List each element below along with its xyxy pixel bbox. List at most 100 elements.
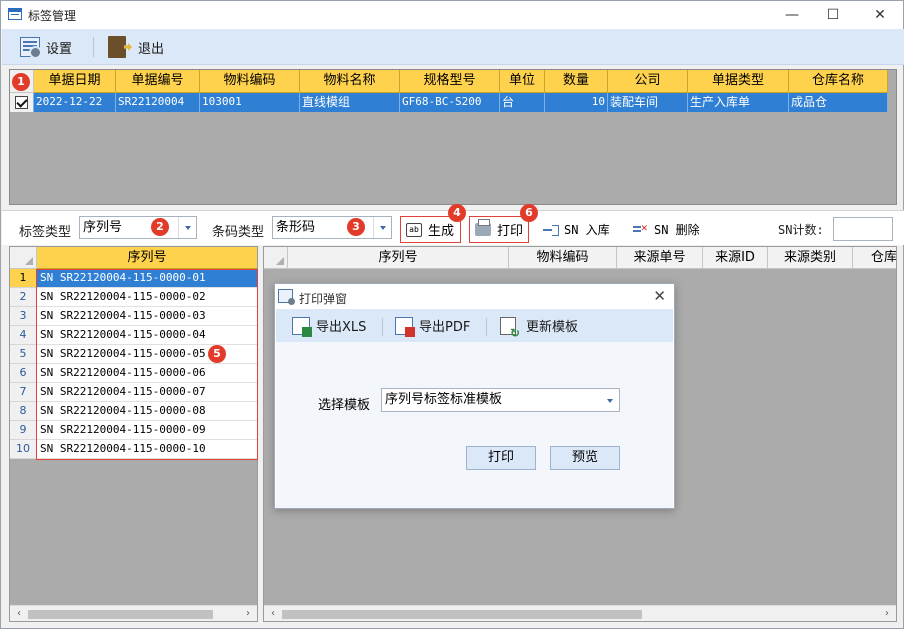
serial-row[interactable]: 4 SN SR22120004-115-0000-04	[10, 326, 257, 345]
update-template-button[interactable]: 更新模板	[500, 316, 579, 340]
scroll-thumb[interactable]	[282, 610, 642, 619]
dialog-preview-button[interactable]: 预览	[550, 446, 620, 470]
cell-unit[interactable]: 台	[500, 93, 545, 112]
col-header[interactable]: 来源类别	[768, 247, 853, 269]
row-checkbox[interactable]	[15, 96, 28, 109]
col-header[interactable]: 物料名称	[300, 70, 400, 93]
serial-col-header[interactable]: 序列号	[37, 247, 257, 269]
row-number[interactable]: 7	[10, 383, 37, 402]
serial-cell[interactable]: SN SR22120004-115-0000-06	[37, 364, 257, 383]
cell-warehouse[interactable]: 成品仓	[789, 93, 888, 112]
document-row[interactable]: 2022-12-22 SR22120004 103001 直线模组 GF68-B…	[10, 93, 888, 112]
scroll-left-icon[interactable]: ‹	[266, 607, 280, 621]
row-number[interactable]: 8	[10, 402, 37, 421]
sn-count-field[interactable]	[833, 217, 893, 241]
col-header[interactable]: 数量	[545, 70, 608, 93]
col-header[interactable]: 物料编码	[200, 70, 300, 93]
serial-row[interactable]: 2 SN SR22120004-115-0000-02	[10, 288, 257, 307]
toolbar-divider	[93, 37, 94, 57]
barcode-type-select[interactable]: 条形码	[272, 216, 392, 239]
col-header[interactable]: 来源ID	[703, 247, 768, 269]
cell-material-name[interactable]: 直线模组	[300, 93, 400, 112]
cell-doc-type[interactable]: 生产入库单	[688, 93, 789, 112]
cell-company[interactable]: 装配车间	[608, 93, 688, 112]
row-checkbox-cell[interactable]	[10, 93, 34, 112]
serial-row[interactable]: 9 SN SR22120004-115-0000-09	[10, 421, 257, 440]
sn-delete-icon	[633, 221, 649, 235]
sn-in-button[interactable]: SN 入库	[543, 221, 610, 238]
col-header[interactable]: 公司	[608, 70, 688, 93]
cell-spec[interactable]: GF68-BC-S200	[400, 93, 500, 112]
main-toolbar: 设置 退出	[2, 29, 904, 65]
serial-cell[interactable]: SN SR22120004-115-0000-10	[37, 440, 257, 459]
serial-row[interactable]: 6 SN SR22120004-115-0000-06	[10, 364, 257, 383]
row-number[interactable]: 10	[10, 440, 37, 459]
template-select[interactable]: 序列号标签标准模板	[381, 388, 620, 412]
col-header[interactable]: 单位	[500, 70, 545, 93]
serial-cell[interactable]: SN SR22120004-115-0000-02	[37, 288, 257, 307]
serial-row[interactable]: 1 SN SR22120004-115-0000-01	[10, 269, 257, 288]
maximize-button[interactable]: ☐	[818, 5, 848, 25]
serial-cell[interactable]: SN SR22120004-115-0000-01	[37, 269, 257, 288]
scroll-right-icon[interactable]: ›	[241, 607, 255, 621]
serial-row[interactable]: 3 SN SR22120004-115-0000-03	[10, 307, 257, 326]
cell-date[interactable]: 2022-12-22	[34, 93, 116, 112]
barcode-type-label: 条码类型	[212, 225, 265, 240]
chevron-down-icon[interactable]	[373, 217, 391, 238]
cell-qty[interactable]: 10	[545, 93, 608, 112]
detail-grid-hscrollbar[interactable]: ‹ ›	[264, 605, 896, 621]
row-number[interactable]: 1	[10, 269, 37, 288]
settings-button[interactable]: 设置	[20, 36, 72, 59]
col-header[interactable]: 单据类型	[688, 70, 789, 93]
chevron-down-icon[interactable]	[178, 217, 196, 238]
scroll-right-icon[interactable]: ›	[880, 607, 894, 621]
chevron-down-icon[interactable]	[601, 389, 619, 411]
printer-icon	[475, 219, 491, 236]
serial-cell[interactable]: SN SR22120004-115-0000-04	[37, 326, 257, 345]
row-number[interactable]: 6	[10, 364, 37, 383]
col-header[interactable]: 仓库名称	[789, 70, 888, 93]
scroll-thumb[interactable]	[28, 610, 213, 619]
dialog-body: 选择模板 序列号标签标准模板 打印 预览	[276, 342, 673, 508]
exit-button[interactable]: 退出	[108, 36, 164, 58]
col-header[interactable]: 规格型号	[400, 70, 500, 93]
serial-row[interactable]: 7 SN SR22120004-115-0000-07	[10, 383, 257, 402]
col-header[interactable]: 来源单号	[617, 247, 703, 269]
refresh-template-icon	[500, 316, 520, 340]
scroll-left-icon[interactable]: ‹	[12, 607, 26, 621]
row-number[interactable]: 3	[10, 307, 37, 326]
row-number[interactable]: 9	[10, 421, 37, 440]
step-marker: 2	[151, 218, 169, 236]
serial-cell[interactable]: SN SR22120004-115-0000-09	[37, 421, 257, 440]
select-all-corner[interactable]	[10, 247, 37, 269]
serial-row[interactable]: 8 SN SR22120004-115-0000-08	[10, 402, 257, 421]
serial-cell[interactable]: SN SR22120004-115-0000-03	[37, 307, 257, 326]
col-header[interactable]: 单据编号	[116, 70, 200, 93]
print-button[interactable]: 打印	[469, 216, 529, 243]
document-grid[interactable]: 单据日期 单据编号 物料编码 物料名称 规格型号 单位 数量 公司 单据类型 仓…	[9, 69, 897, 205]
cell-material-code[interactable]: 103001	[200, 93, 300, 112]
row-number[interactable]: 4	[10, 326, 37, 345]
export-pdf-button[interactable]: 导出PDF	[395, 316, 470, 337]
update-template-label: 更新模板	[526, 320, 579, 335]
close-button[interactable]: ✕	[865, 5, 895, 25]
col-header[interactable]: 仓库名	[853, 247, 896, 269]
label-type-select[interactable]: 序列号	[79, 216, 197, 239]
row-number[interactable]: 5	[10, 345, 37, 364]
export-xls-button[interactable]: 导出XLS	[292, 316, 366, 337]
serial-cell[interactable]: SN SR22120004-115-0000-07	[37, 383, 257, 402]
select-all-corner[interactable]	[264, 247, 288, 269]
serial-row[interactable]: 10 SN SR22120004-115-0000-10	[10, 440, 257, 459]
serial-number-grid[interactable]: 序列号 1 SN SR22120004-115-0000-01 2 SN SR221…	[9, 246, 258, 622]
dialog-close-icon[interactable]: ✕	[653, 287, 666, 305]
col-header[interactable]: 单据日期	[34, 70, 116, 93]
dialog-print-button[interactable]: 打印	[466, 446, 536, 470]
sn-delete-button[interactable]: SN 删除	[633, 221, 700, 238]
cell-doc-no[interactable]: SR22120004	[116, 93, 200, 112]
serial-cell[interactable]: SN SR22120004-115-0000-08	[37, 402, 257, 421]
serial-grid-hscrollbar[interactable]: ‹ ›	[10, 605, 257, 621]
col-header[interactable]: 序列号	[288, 247, 509, 269]
minimize-button[interactable]: —	[777, 5, 807, 25]
col-header[interactable]: 物料编码	[509, 247, 617, 269]
row-number[interactable]: 2	[10, 288, 37, 307]
